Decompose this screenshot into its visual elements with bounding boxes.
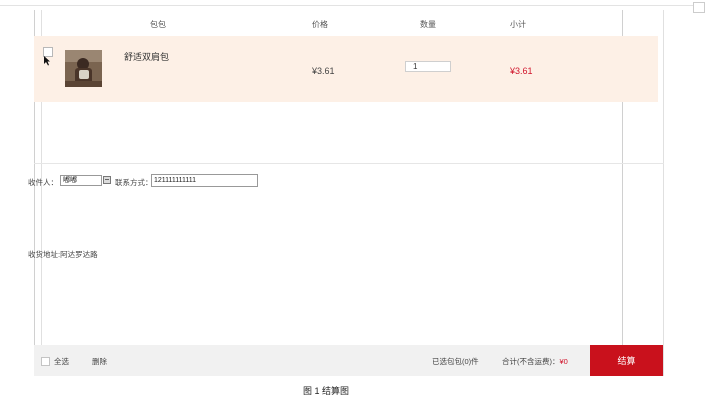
select-all-checkbox[interactable] [41, 357, 50, 366]
window-corner-box [693, 2, 705, 13]
total-value: ¥0 [559, 357, 568, 366]
section-divider [34, 163, 664, 164]
quantity-input[interactable]: 1 [405, 61, 451, 72]
product-name[interactable]: 舒适双肩包 [124, 50, 169, 63]
contact-card-icon[interactable] [103, 176, 111, 184]
mouse-cursor-icon [44, 56, 50, 66]
total-amount: 合计(不含运费)：¥0 [502, 356, 568, 367]
checkout-button[interactable]: 结算 [590, 345, 663, 376]
product-thumbnail[interactable] [65, 50, 102, 87]
receiver-label: 收件人： [28, 178, 58, 187]
top-divider [0, 5, 700, 6]
total-label: 合计(不含运费)： [502, 357, 560, 366]
product-price: ¥3.61 [312, 66, 335, 76]
header-price: 价格 [312, 20, 328, 29]
guide-line-right [663, 10, 664, 376]
product-subtotal: ¥3.61 [510, 66, 533, 76]
header-subtotal: 小计 [510, 20, 526, 29]
phone-label: 联系方式： [115, 178, 153, 187]
delete-button[interactable]: 删除 [92, 356, 107, 367]
figure-caption: 图 1 结算图 [303, 386, 350, 396]
cart-item-row [34, 36, 658, 102]
address-label: 收货地址:阿达罗达路 [28, 250, 98, 259]
select-all-label[interactable]: 全选 [54, 356, 69, 367]
phone-input[interactable]: 121111111111 [151, 174, 258, 187]
receiver-input[interactable]: 嘟嘟 [60, 175, 102, 186]
selected-count: 已选包包(0)件 [432, 357, 479, 366]
checkout-bar [34, 345, 663, 376]
header-product: 包包 [150, 20, 166, 29]
header-quantity: 数量 [420, 20, 436, 29]
